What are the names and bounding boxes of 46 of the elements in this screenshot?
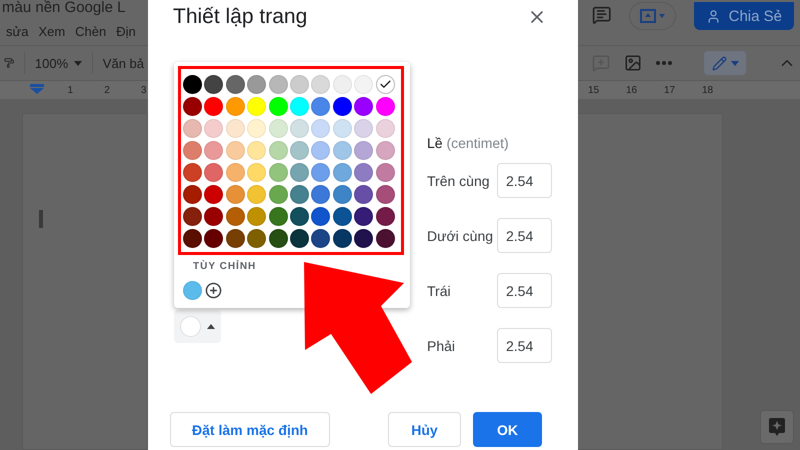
color-swatch[interactable] [376,75,395,94]
ruler-number: 18 [702,84,712,96]
custom-colors-label: TÙY CHỈNH [193,261,256,272]
zoom-dropdown[interactable]: 100% [34,56,82,70]
style-dropdown[interactable]: Văn bả [102,56,144,70]
dialog-title: Thiết lập trang [173,5,308,29]
custom-color-swatch[interactable] [183,281,202,300]
comment-icon[interactable] [592,4,612,26]
menu-item[interactable]: Địn [116,24,136,39]
ruler-number: 15 [588,84,598,96]
ruler-number: 17 [664,84,674,96]
page-color-button[interactable] [174,310,221,343]
cancel-button[interactable]: Hủy [388,412,461,447]
present-icon [640,9,666,23]
set-default-button[interactable]: Đặt làm mặc định [170,412,330,447]
present-button[interactable] [629,2,676,30]
document-title: màu nền Google L [2,0,126,15]
menu-item[interactable]: sửa [6,24,28,39]
margin-label: Trên cùng [427,172,491,188]
ruler-number: 2 [103,84,111,96]
margin-label: Trái [427,282,452,298]
margin-label: Dưới cùng [427,228,494,244]
indent-marker-icon [30,84,44,94]
text-cursor [39,210,43,228]
pencil-icon [712,56,726,70]
more-icon[interactable] [656,61,672,65]
add-color-icon[interactable] [205,282,222,299]
image-icon[interactable] [624,54,642,72]
sparkle-icon [768,417,786,437]
menu-item[interactable]: Chèn [75,24,106,39]
margin-input[interactable]: 2.54 [497,163,552,198]
margins-heading: Lề (centimet) [427,135,510,153]
explore-button[interactable] [760,410,794,444]
ruler-number: 3 [140,84,148,96]
margin-input[interactable]: 2.54 [497,273,552,308]
margin-input[interactable]: 2.54 [497,218,552,253]
margin-input[interactable]: 2.54 [497,328,552,363]
editing-mode-button[interactable] [704,51,746,75]
ok-button[interactable]: OK [473,412,542,447]
ruler-number: 1 [66,84,74,96]
ruler-number: 16 [626,84,636,96]
menu-item[interactable]: Xem [38,24,66,39]
share-button[interactable]: Chia Sẻ [694,2,794,30]
person-icon [706,8,721,24]
check-icon [378,78,392,91]
margin-label: Phải [427,338,456,354]
